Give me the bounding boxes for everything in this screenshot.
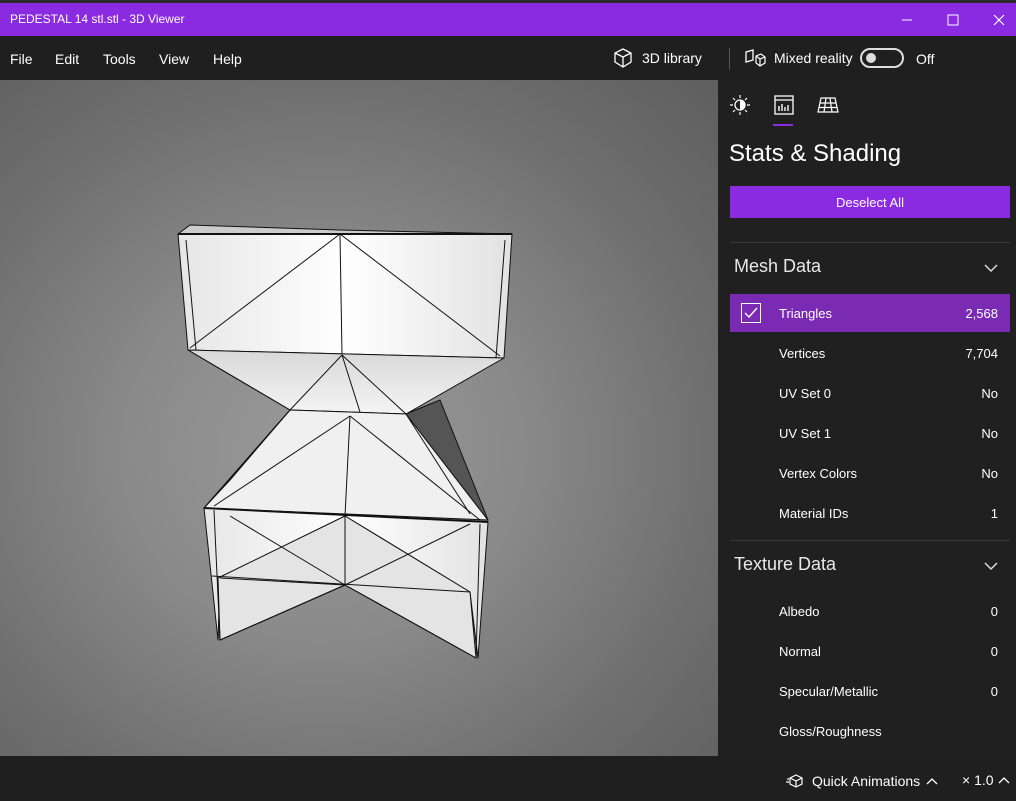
- mesh-row-material-ids[interactable]: Material IDs 1: [730, 494, 1010, 532]
- menu-tools[interactable]: Tools: [103, 51, 136, 67]
- chevron-up-icon: [998, 777, 1009, 784]
- speed-label: × 1.0: [962, 772, 994, 788]
- close-icon: [993, 14, 1005, 25]
- texture-row-normal[interactable]: Normal 0: [730, 632, 1010, 670]
- mixed-reality-icon: [745, 49, 766, 67]
- mesh-row-uv-set-0[interactable]: UV Set 0 No: [730, 374, 1010, 412]
- menu-edit[interactable]: Edit: [55, 51, 79, 67]
- close-button[interactable]: [976, 3, 1016, 36]
- row-label: Vertices: [779, 346, 826, 361]
- menu-help[interactable]: Help: [213, 51, 242, 67]
- minimize-icon: [902, 19, 912, 20]
- toggle-state-label: Off: [916, 51, 935, 67]
- texture-data-title: Texture Data: [734, 554, 837, 574]
- toolbar-divider: [729, 48, 730, 70]
- menu-file[interactable]: File: [10, 51, 33, 67]
- row-label: UV Set 0: [779, 386, 832, 401]
- 3d-viewport[interactable]: [0, 80, 718, 756]
- row-label: Vertex Colors: [779, 466, 858, 481]
- chevron-up-icon: [926, 778, 938, 785]
- texture-row-specular-metallic[interactable]: Specular/Metallic 0: [730, 672, 1010, 710]
- mesh-row-vertex-colors[interactable]: Vertex Colors No: [730, 454, 1010, 492]
- quick-animations-button[interactable]: Quick Animations: [786, 772, 938, 790]
- toggle-knob: [866, 53, 876, 63]
- chevron-down-icon: [984, 562, 998, 571]
- menu-bar: File Edit Tools View Help 3D library Mix…: [0, 36, 1016, 80]
- mesh-row-uv-set-1[interactable]: UV Set 1 No: [730, 414, 1010, 452]
- mixed-reality-button[interactable]: Mixed reality: [744, 46, 853, 70]
- texture-row-albedo[interactable]: Albedo 0: [730, 592, 1010, 630]
- pedestal-model: [177, 224, 513, 659]
- stats-icon[interactable]: [773, 94, 795, 116]
- 3d-library-button[interactable]: 3D library: [612, 46, 702, 70]
- row-value: No: [981, 426, 998, 441]
- deselect-all-button[interactable]: Deselect All: [730, 186, 1010, 218]
- texture-row-gloss-roughness[interactable]: Gloss/Roughness: [730, 712, 1010, 750]
- title-bar: PEDESTAL 14 stl.stl - 3D Viewer: [0, 0, 1016, 36]
- row-label: Triangles: [779, 306, 832, 321]
- section-divider: [730, 540, 1010, 541]
- section-divider: [730, 242, 1010, 243]
- chevron-down-icon: [984, 264, 998, 273]
- row-label: UV Set 1: [779, 426, 832, 441]
- maximize-icon: [947, 14, 959, 25]
- stats-panel: Stats & Shading Deselect All Mesh Data T…: [718, 80, 1016, 756]
- mesh-row-vertices[interactable]: Vertices 7,704: [730, 334, 1010, 372]
- row-label: Albedo: [779, 604, 820, 619]
- cube-icon: [614, 48, 632, 68]
- row-value: No: [981, 466, 998, 481]
- row-label: Gloss/Roughness: [779, 724, 882, 739]
- bottom-bar: Quick Animations × 1.0: [0, 756, 1016, 801]
- mixed-reality-toggle[interactable]: [860, 48, 904, 68]
- mesh-data-title: Mesh Data: [734, 256, 822, 276]
- panel-title: Stats & Shading: [729, 140, 902, 167]
- triangles-checkbox[interactable]: [741, 303, 761, 323]
- menu-view[interactable]: View: [159, 51, 189, 67]
- row-value: 2,568: [965, 306, 998, 321]
- maximize-button[interactable]: [930, 3, 976, 36]
- mixed-reality-label: Mixed reality: [774, 50, 853, 66]
- mesh-row-triangles[interactable]: Triangles 2,568: [730, 294, 1010, 332]
- minimize-button[interactable]: [884, 3, 930, 36]
- lighting-icon[interactable]: [729, 94, 751, 116]
- row-value: 1: [990, 506, 998, 521]
- animation-speed-button[interactable]: × 1.0: [962, 772, 1010, 788]
- row-label: Specular/Metallic: [779, 684, 878, 699]
- row-value: 0: [990, 684, 998, 699]
- row-value: 7,704: [965, 346, 998, 361]
- row-value: 0: [990, 604, 998, 619]
- animation-icon: [786, 774, 803, 788]
- checkmark-icon: [744, 307, 758, 319]
- 3d-library-label: 3D library: [642, 50, 702, 66]
- window-title: PEDESTAL 14 stl.stl - 3D Viewer: [10, 12, 185, 26]
- row-label: Material IDs: [779, 506, 849, 521]
- active-tab-indicator: [773, 124, 793, 126]
- quick-animations-label: Quick Animations: [812, 773, 921, 789]
- grid-icon[interactable]: [817, 94, 839, 116]
- row-value: 0: [990, 644, 998, 659]
- row-value: No: [981, 386, 998, 401]
- row-label: Normal: [779, 644, 821, 659]
